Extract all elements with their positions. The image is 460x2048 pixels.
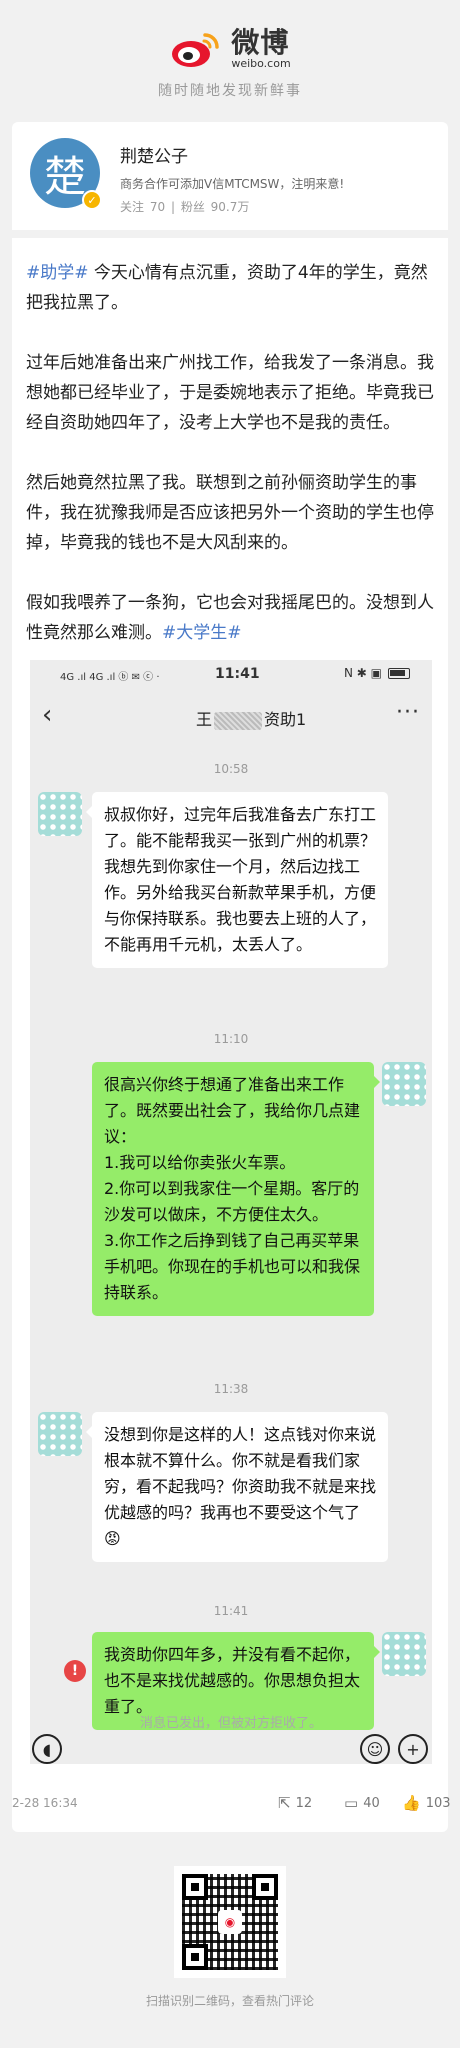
status-left: 4G .ıl 4G .ıl ⓑ ✉ ⓒ · xyxy=(60,672,160,683)
voice-icon[interactable]: ◖ xyxy=(32,1734,62,1764)
author-name[interactable]: 荆楚公子 xyxy=(120,142,344,167)
message-timestamp: 10:58 xyxy=(213,762,249,776)
message-bubble[interactable]: 叔叔你好，过完年后我准备去广东打工了。能不能帮我买一张到广州的机票？我想先到你家… xyxy=(86,792,388,968)
like-icon: 👍 xyxy=(402,1794,421,1812)
post-card: 楚 ✓ 荆楚公子 商务合作可添加V信MTCMSW，注明来意! 关注 70 | 粉… xyxy=(12,122,451,1832)
post-paragraph: 假如我喂养了一条狗，它也会对我摇尾巴的。没想到人性竟然那么难测。#大学生# xyxy=(26,593,434,643)
post-paragraph: #助学# 今天心情有点沉重，资助了4年的学生，竟然把我拉黑了。 xyxy=(26,263,428,313)
weibo-logo-icon: ◉ xyxy=(218,1910,242,1934)
comment-button[interactable]: ▭ 40 xyxy=(344,1794,380,1812)
avatar-char: 楚 xyxy=(43,151,86,201)
status-icons: N ✱ ▣ xyxy=(344,666,382,680)
comment-icon: ▭ xyxy=(344,1794,359,1812)
send-failed-icon[interactable]: ! xyxy=(64,1660,86,1682)
emoji-icon[interactable]: ☺ xyxy=(360,1734,390,1764)
like-button[interactable]: 👍 103 xyxy=(402,1794,451,1812)
back-icon[interactable]: ‹ xyxy=(42,700,52,730)
post-time: 2-28 16:34 xyxy=(12,1796,78,1810)
fans-count: 90.7万 xyxy=(210,200,250,214)
message-bubble[interactable]: 没想到你是这样的人！这点钱对你来说根本就不算什么。你不就是看我们家穷，看不起我吗… xyxy=(86,1412,388,1562)
more-icon[interactable]: ··· xyxy=(396,700,420,725)
hashtag-link[interactable]: #助学# xyxy=(26,263,89,283)
contact-avatar[interactable] xyxy=(38,1412,82,1456)
message-timestamp: 11:10 xyxy=(213,1032,249,1046)
weibo-logo-icon xyxy=(169,29,225,69)
following-count: 70 xyxy=(149,200,166,214)
post-paragraph: 然后她竟然拉黑了我。联想到之前孙俪资助学生的事件，我在犹豫我师是否应该把另外一个… xyxy=(26,473,434,553)
divider xyxy=(12,230,448,238)
chat-screenshot: 4G .ıl 4G .ıl ⓑ ✉ ⓒ · 11:41 N ✱ ▣ ‹ 王资助1… xyxy=(30,660,432,1764)
brand-name: 微博 xyxy=(231,26,290,59)
redacted-name xyxy=(214,711,263,730)
brand-slogan: 随时随地发现新鲜事 xyxy=(158,83,302,99)
fans-label: 粉丝 xyxy=(180,200,205,214)
brand-domain: weibo.com xyxy=(231,57,291,70)
qr-caption: 扫描识别二维码，查看热门评论 xyxy=(145,1994,314,2008)
post-actions: 2-28 16:34 ⇱ 12 ▭ 40 👍 103 xyxy=(12,1790,451,1820)
post-paragraph: 过年后她准备出来广州找工作，给我发了一条消息。我想她都已经毕业了，于是委婉地表示… xyxy=(26,353,434,433)
message-timestamp: 11:38 xyxy=(213,1382,249,1396)
repost-button[interactable]: ⇱ 12 xyxy=(278,1794,312,1812)
verified-badge-icon: ✓ xyxy=(82,190,102,210)
brand-header: 微博 weibo.com 随时随地发现新鲜事 xyxy=(0,0,460,120)
plus-icon[interactable]: + xyxy=(398,1734,428,1764)
contact-avatar[interactable] xyxy=(38,792,82,836)
author-description: 商务合作可添加V信MTCMSW，注明来意! xyxy=(120,177,345,191)
chat-input-bar: ◖ ☺ + xyxy=(30,1734,432,1764)
status-time: 11:41 xyxy=(215,666,260,682)
author-stats: 关注 70 | 粉丝 90.7万 xyxy=(120,200,250,214)
chat-header: ‹ 王资助1 ··· xyxy=(30,700,432,740)
phone-status-bar: 4G .ıl 4G .ıl ⓑ ✉ ⓒ · 11:41 N ✱ ▣ xyxy=(30,660,432,688)
message-timestamp: 11:41 xyxy=(213,1604,249,1618)
repost-icon: ⇱ xyxy=(278,1794,291,1812)
battery-icon xyxy=(388,667,410,679)
self-avatar[interactable] xyxy=(382,1062,426,1106)
message-bubble[interactable]: 很高兴你终于想通了准备出来工作了。既然要出社会了，我给你几点建议： 1.我可以给… xyxy=(92,1062,380,1316)
chat-title: 王资助1 xyxy=(196,710,307,730)
following-label: 关注 xyxy=(120,200,145,214)
rejected-notice: 消息已发出，但被对方拒收了。 xyxy=(139,1716,322,1731)
post-body: #助学# 今天心情有点沉重，资助了4年的学生，竟然把我拉黑了。 过年后她准备出来… xyxy=(26,258,438,678)
self-avatar[interactable] xyxy=(382,1632,426,1676)
author-header[interactable]: 楚 ✓ 荆楚公子 商务合作可添加V信MTCMSW，注明来意! 关注 70 | 粉… xyxy=(12,122,448,222)
qr-code[interactable]: ◉ xyxy=(174,1866,286,1978)
hashtag-link[interactable]: #大学生# xyxy=(162,623,242,643)
